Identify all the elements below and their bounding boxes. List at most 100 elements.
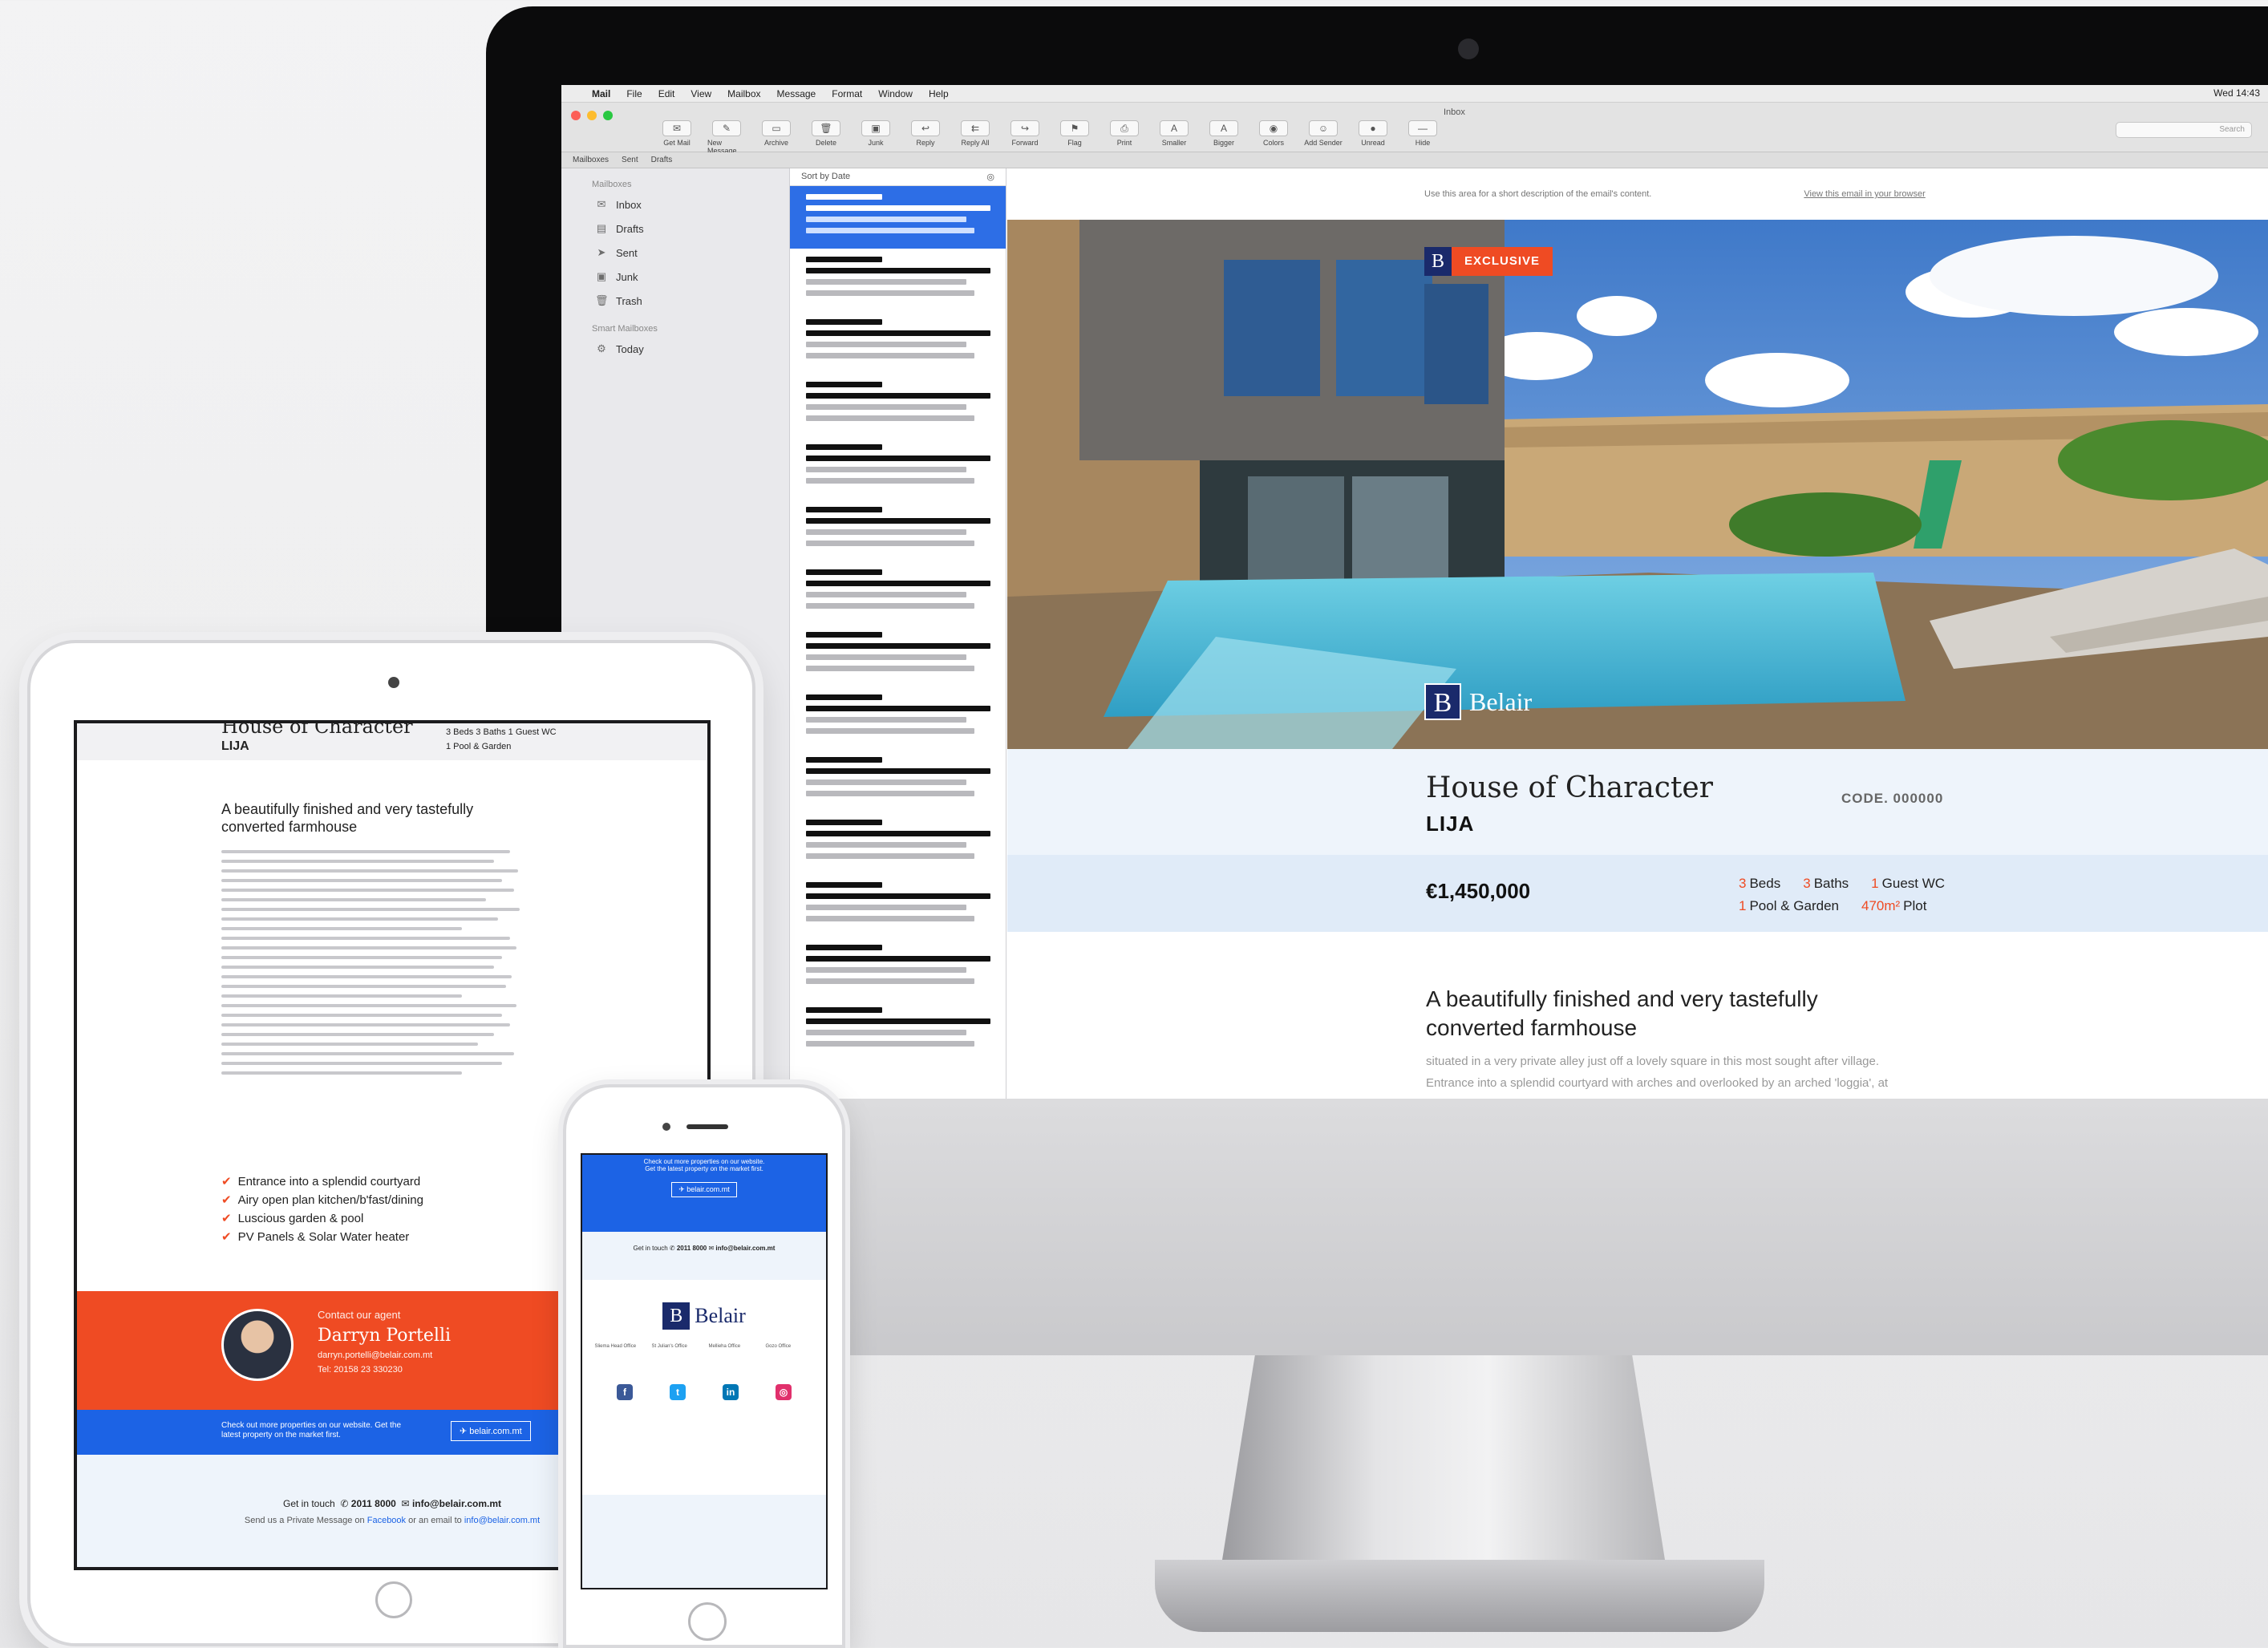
sort-bar[interactable]: Sort by Date ◎ (790, 168, 1006, 186)
add-sender-button[interactable]: ☺ Add Sender (1304, 120, 1343, 155)
exclusive-label: EXCLUSIVE (1452, 247, 1553, 276)
junk-icon: ▣ (596, 270, 607, 282)
menu-mail[interactable]: Mail (592, 88, 610, 99)
reply-all-button[interactable]: ⇇ Reply All (956, 120, 994, 155)
menubar-clock[interactable]: Wed 14:43 (2213, 87, 2260, 99)
message-row[interactable] (790, 937, 1006, 999)
redacted-text (806, 194, 882, 200)
message-row[interactable] (790, 624, 1006, 686)
agent-phone[interactable]: Tel: 20158 23 330230 (318, 1365, 451, 1375)
delete-button[interactable]: 🗑 Delete (807, 120, 845, 155)
phone-number[interactable]: 2011 8000 (351, 1498, 396, 1509)
feature-item: ✔ Airy open plan kitchen/b'fast/dining (221, 1191, 423, 1209)
zoom-window-button[interactable] (603, 111, 613, 120)
message-row[interactable] (790, 499, 1006, 561)
menu-format[interactable]: Format (832, 88, 862, 99)
menu-help[interactable]: Help (929, 88, 949, 99)
redacted-text (806, 592, 966, 597)
menu-file[interactable]: File (626, 88, 642, 99)
message-row[interactable] (790, 186, 1006, 249)
colors-button[interactable]: ◉ Colors (1254, 120, 1293, 155)
body-text-line (221, 985, 506, 988)
archive-button[interactable]: ▭ Archive (757, 120, 796, 155)
message-row[interactable] (790, 249, 1006, 311)
website-button-label: belair.com.mt (469, 1427, 522, 1436)
fav-mailboxes[interactable]: Mailboxes (573, 156, 609, 164)
home-button[interactable] (375, 1581, 412, 1618)
menu-edit[interactable]: Edit (658, 88, 675, 99)
message-row[interactable] (790, 749, 1006, 812)
sidebar-item-trash[interactable]: 🗑 Trash (561, 289, 789, 313)
agent-details: Contact our agent Darryn Portelli darryn… (318, 1309, 451, 1375)
iphone-website-button[interactable]: ✈ belair.com.mt (671, 1182, 737, 1197)
message-row[interactable] (790, 561, 1006, 624)
message-row[interactable] (790, 436, 1006, 499)
menu-mailbox[interactable]: Mailbox (727, 88, 760, 99)
twitter-icon[interactable]: t (670, 1384, 686, 1400)
phone-number[interactable]: 2011 8000 (677, 1245, 707, 1252)
email-link[interactable]: info@belair.com.mt (412, 1498, 501, 1509)
bigger-button[interactable]: A Bigger (1205, 120, 1243, 155)
website-button[interactable]: ✈ belair.com.mt (451, 1421, 531, 1441)
filter-icon[interactable]: ◎ (986, 172, 994, 182)
toolbar-button-label: Smaller (1161, 139, 1187, 147)
flag-button[interactable]: ⚑ Flag (1055, 120, 1094, 155)
message-row[interactable] (790, 311, 1006, 374)
fav-drafts[interactable]: Drafts (651, 156, 673, 164)
close-window-button[interactable] (571, 111, 581, 120)
reply-button[interactable]: ↩ Reply (906, 120, 945, 155)
menu-message[interactable]: Message (777, 88, 816, 99)
smaller-button[interactable]: A Smaller (1155, 120, 1193, 155)
feature-item: ✔ PV Panels & Solar Water heater (221, 1228, 423, 1246)
message-row[interactable] (790, 686, 1006, 749)
toolbar-button-label: Colors (1262, 139, 1284, 147)
facebook-icon[interactable]: f (617, 1384, 633, 1400)
office-item: Sliema Head Office (594, 1344, 637, 1349)
sidebar-item-drafts[interactable]: ▤ Drafts (561, 217, 789, 241)
message-row[interactable] (790, 374, 1006, 436)
redacted-text (806, 945, 882, 950)
agent-email-link[interactable]: darryn.portelli@belair.com.mt (318, 1350, 451, 1360)
view-in-browser-link[interactable]: View this email in your browser (1804, 189, 1925, 199)
junk-button[interactable]: ▣ Junk (857, 120, 895, 155)
sort-label[interactable]: Sort by Date (801, 172, 850, 182)
redacted-text (806, 382, 882, 387)
redacted-text (806, 569, 882, 575)
new-message-button[interactable]: ✎ New Message (707, 120, 746, 155)
search-input[interactable]: Search (2116, 122, 2252, 138)
body-text-line (221, 994, 462, 998)
facebook-link[interactable]: Facebook (367, 1516, 406, 1525)
print-button[interactable]: ⎙ Print (1105, 120, 1144, 155)
redacted-text (806, 831, 990, 836)
redacted-text (806, 967, 966, 973)
message-row[interactable] (790, 874, 1006, 937)
message-row[interactable] (790, 812, 1006, 874)
body-text-line (221, 917, 498, 921)
toolbar-buttons: ✉ Get Mail ✎ New Message ▭ Archive 🗑 Delete ▣ Jun… (658, 120, 1442, 155)
phone-icon: ✆ (669, 1245, 675, 1252)
instagram-icon[interactable]: ◎ (776, 1384, 792, 1400)
hide-button[interactable]: — Hide (1403, 120, 1442, 155)
send-email-link[interactable]: info@belair.com.mt (464, 1516, 540, 1525)
menu-window[interactable]: Window (878, 88, 913, 99)
favorites-bar: Mailboxes Sent Drafts (561, 152, 2268, 168)
fav-sent[interactable]: Sent (622, 156, 638, 164)
menu-view[interactable]: View (691, 88, 711, 99)
get-mail-button[interactable]: ✉ Get Mail (658, 120, 696, 155)
linkedin-icon[interactable]: in (723, 1384, 739, 1400)
sidebar-item-inbox[interactable]: ✉ Inbox (561, 192, 789, 217)
redacted-text (806, 820, 882, 825)
sidebar-item-junk[interactable]: ▣ Junk (561, 265, 789, 289)
unread-button[interactable]: ● Unread (1354, 120, 1392, 155)
minimize-window-button[interactable] (587, 111, 597, 120)
message-row[interactable] (790, 999, 1006, 1062)
sidebar-item-sent[interactable]: ➤ Sent (561, 241, 789, 265)
office-item: Gozo Office (765, 1344, 792, 1349)
email-link[interactable]: info@belair.com.mt (715, 1245, 775, 1252)
sidebar-item-today[interactable]: ⚙ Today (561, 337, 789, 361)
body-text-line (221, 1014, 502, 1017)
description-headline: A beautifully finished and very tasteful… (1426, 986, 1818, 1040)
forward-button[interactable]: ↪ Forward (1006, 120, 1044, 155)
home-button[interactable] (688, 1602, 727, 1641)
toolbar-button-label: Reply All (961, 139, 990, 147)
